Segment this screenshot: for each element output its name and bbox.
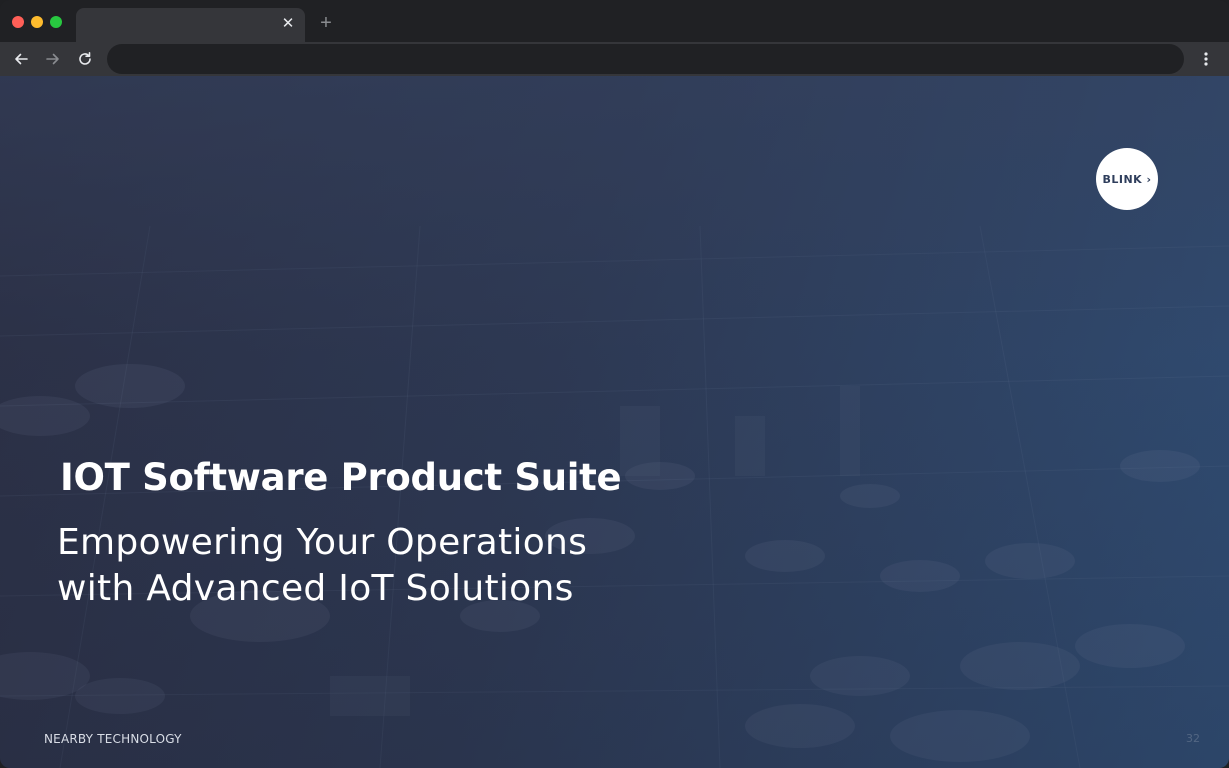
close-window-button[interactable] — [12, 16, 24, 28]
close-icon[interactable]: ✕ — [279, 15, 297, 33]
address-input[interactable] — [121, 44, 1165, 76]
back-arrow-icon[interactable] — [9, 47, 33, 71]
slide-subtitle: Empowering Your Operations with Advanced… — [57, 520, 757, 612]
page-number: 32 — [1186, 732, 1200, 745]
blink-logo: BLINK › — [1096, 148, 1158, 210]
new-tab-button[interactable]: + — [316, 13, 336, 33]
footer-company-name: NEARBY TECHNOLOGY — [44, 732, 182, 746]
kebab-menu-icon[interactable] — [1196, 47, 1216, 71]
tab-strip: ✕ + — [0, 0, 1229, 42]
overlay-haze — [0, 76, 1229, 768]
maximize-window-button[interactable] — [50, 16, 62, 28]
browser-toolbar — [0, 42, 1229, 76]
browser-window: ✕ + BLINK › IOT Software Product Suite E… — [0, 0, 1229, 768]
subtitle-line-1: Empowering Your Operations — [57, 522, 588, 563]
slide-viewport: BLINK › IOT Software Product Suite Empow… — [0, 76, 1229, 768]
active-tab[interactable]: ✕ — [76, 8, 305, 42]
slide-title: IOT Software Product Suite — [60, 456, 622, 499]
address-bar[interactable] — [107, 44, 1184, 76]
forward-arrow-icon[interactable] — [41, 47, 65, 71]
reload-icon[interactable] — [73, 47, 97, 71]
subtitle-line-2: with Advanced IoT Solutions — [57, 568, 574, 609]
minimize-window-button[interactable] — [31, 16, 43, 28]
